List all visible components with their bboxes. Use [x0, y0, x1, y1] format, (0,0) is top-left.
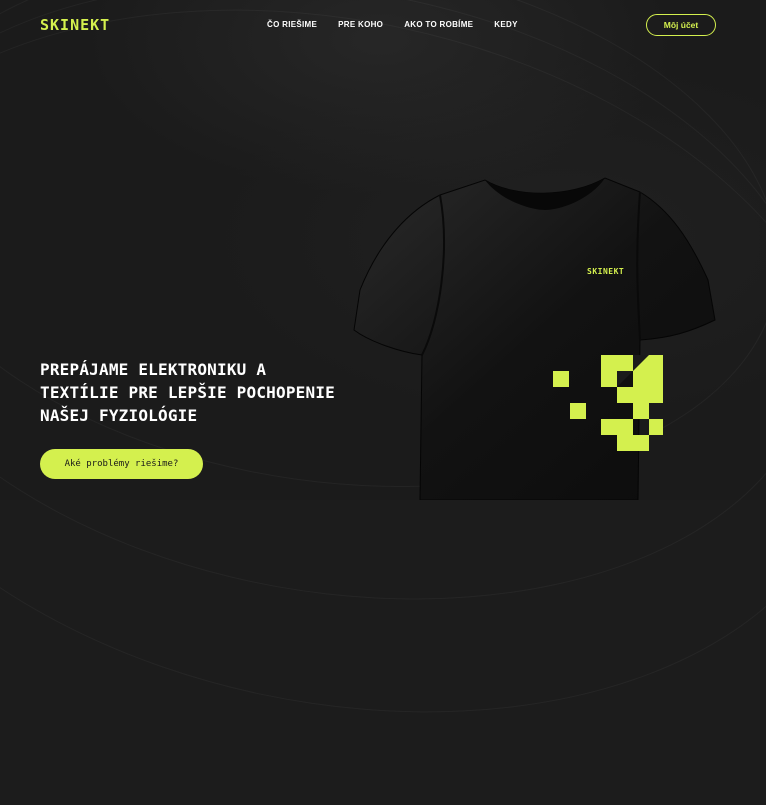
hero-title-line: PREPÁJAME ELEKTRONIKU A: [40, 360, 267, 379]
hero-title-line: TEXTÍLIE PRE LEPŠIE POCHOPENIE: [40, 383, 335, 402]
nav-item-co-riesime[interactable]: ČO RIEŠIME: [267, 20, 317, 29]
hero-title-line: NAŠEJ FYZIOLÓGIE: [40, 406, 198, 425]
nav-item-ako-to-robime[interactable]: AKO TO ROBÍME: [404, 20, 473, 29]
brand-logo[interactable]: SKINEKT: [40, 16, 110, 34]
site-header: SKINEKT ČO RIEŠIME PRE KOHO AKO TO ROBÍM…: [0, 0, 766, 52]
nav-item-kedy[interactable]: KEDY: [494, 20, 517, 29]
account-button[interactable]: Môj účet: [646, 14, 716, 36]
nav-item-pre-koho[interactable]: PRE KOHO: [338, 20, 383, 29]
tshirt-logo: SKINEKT: [587, 267, 625, 276]
main-nav: ČO RIEŠIME PRE KOHO AKO TO ROBÍME KEDY: [267, 20, 539, 29]
cta-button[interactable]: Aké problémy riešime?: [40, 449, 203, 479]
pixel-logo-icon: [553, 355, 663, 451]
hero-title: PREPÁJAME ELEKTRONIKU A TEXTÍLIE PRE LEP…: [40, 358, 420, 427]
